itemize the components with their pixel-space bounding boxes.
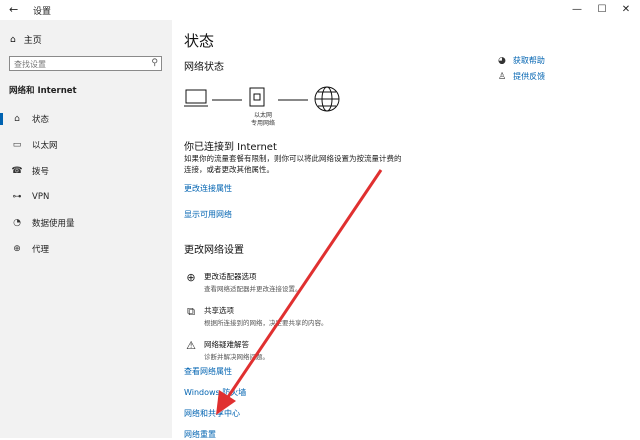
feedback-label: 提供反馈 [513,72,546,81]
sharing-icon: ⧉ [187,305,195,318]
sidebar: ⌂ 主页 查找设置 ⚲ 网络和 Internet ⌂ 状态 ▭ 以太网 ☎ 拨号… [0,20,172,438]
sidebar-item-label: VPN [32,192,50,202]
feedback-person-icon: ♙ [498,71,507,82]
option-title: 网络疑难解答 [204,340,249,349]
sidebar-item-data-usage[interactable]: ◔ 数据使用量 [0,212,172,234]
option-description: 查看网络适配器并更改连接设置。 [204,285,302,293]
back-arrow-icon[interactable]: ← [9,3,18,16]
sidebar-item-label: 状态 [32,115,50,125]
minimize-button[interactable]: — [565,2,589,18]
sidebar-item-label: 代理 [32,245,50,255]
sidebar-item-label: 数据使用量 [32,219,75,229]
network-status-heading: 网络状态 [184,62,224,73]
network-reset-link[interactable]: 网络重置 [184,429,216,440]
view-network-properties-link[interactable]: 查看网络属性 [184,366,232,377]
change-settings-heading: 更改网络设置 [184,245,244,256]
dialup-icon: ☎ [11,166,23,176]
sidebar-item-ethernet[interactable]: ▭ 以太网 [0,134,172,156]
sidebar-item-status[interactable]: ⌂ 状态 [0,108,172,130]
globe-icon [314,86,340,112]
search-icon: ⚲ [151,58,158,68]
help-chat-icon: ◕ [498,55,506,66]
search-placeholder: 查找设置 [14,60,46,69]
sidebar-item-label: 以太网 [32,141,58,151]
adapter-globe-icon: ⊕ [186,271,196,284]
title-bar: ← 设置 — ☐ ✕ [0,0,640,20]
feedback-link[interactable]: ♙ 提供反馈 [498,71,545,82]
get-help-link[interactable]: ◕ 获取帮助 [498,55,545,66]
option-description: 诊断并解决网络问题。 [204,353,269,361]
window-title: 设置 [33,7,52,17]
maximize-button[interactable]: ☐ [590,2,614,18]
home-icon: ⌂ [10,34,16,45]
network-sharing-center-link[interactable]: 网络和共享中心 [184,408,240,419]
data-usage-icon: ◔ [13,218,21,228]
globe-icon: ⊕ [13,244,21,254]
computer-icon [184,89,208,107]
page-title: 状态 [184,32,215,50]
connection-title: 你已连接到 Internet [184,142,277,153]
network-type: 专用网络 [250,120,275,127]
close-button[interactable]: ✕ [614,2,638,18]
option-title: 共享选项 [204,306,234,315]
network-name: 以太网 [253,112,272,119]
show-available-networks-link[interactable]: 显示可用网络 [184,209,232,220]
get-help-label: 获取帮助 [512,56,545,65]
ethernet-icon [249,87,265,107]
sidebar-item-label: 拨号 [32,167,50,177]
section-title: 网络和 Internet [9,86,77,96]
home-icon: ⌂ [14,114,20,124]
home-link[interactable]: ⌂ 主页 [10,33,42,47]
sidebar-item-proxy[interactable]: ⊕ 代理 [0,238,172,260]
network-caption: 以太网 专用网络 [246,112,280,128]
windows-firewall-link[interactable]: Windows 防火墙 [184,387,246,398]
sidebar-item-dialup[interactable]: ☎ 拨号 [0,160,172,182]
sidebar-item-vpn[interactable]: ⊶ VPN [0,186,172,208]
search-input[interactable]: 查找设置 ⚲ [9,56,162,71]
change-connection-properties-link[interactable]: 更改连接属性 [184,183,232,194]
option-title: 更改适配器选项 [204,272,257,281]
warning-icon: ⚠ [186,339,196,352]
option-description: 根据所连接到的网络，决定要共享的内容。 [204,319,328,327]
home-label: 主页 [23,36,42,46]
vpn-icon: ⊶ [12,192,22,202]
ethernet-icon: ▭ [12,140,22,150]
connection-description: 如果你的流量套餐有限制，则你可以将此网络设置为按流量计费的连接，或者更改其他属性… [184,154,402,174]
